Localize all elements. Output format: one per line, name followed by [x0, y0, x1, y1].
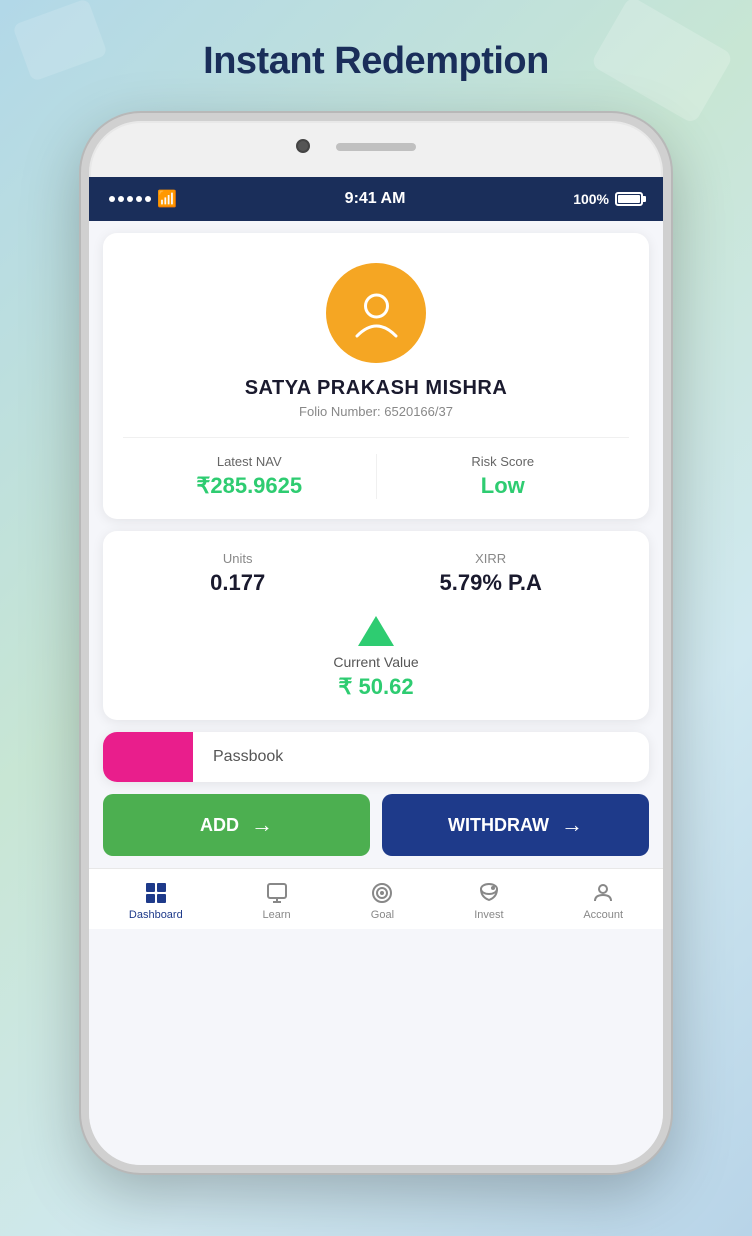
invest-icon — [477, 881, 501, 905]
nav-item-invest[interactable]: Invest — [462, 877, 515, 925]
risk-score-label: Risk Score — [471, 454, 534, 469]
account-icon — [591, 881, 615, 905]
decorative-shape-right — [590, 0, 734, 125]
latest-nav-value: ₹285.9625 — [196, 473, 302, 499]
page-title: Instant Redemption — [203, 40, 549, 83]
goal-icon — [370, 881, 394, 905]
app-content: SATYA PRAKASH MISHRA Folio Number: 65201… — [89, 221, 663, 1165]
profile-section: SATYA PRAKASH MISHRA Folio Number: 65201… — [103, 233, 649, 519]
status-right: 100% — [573, 191, 643, 207]
nav-label-account: Account — [583, 909, 623, 921]
action-buttons: ADD → WITHDRAW → — [103, 794, 649, 856]
decorative-shape-left — [12, 0, 108, 82]
passbook-section[interactable]: Passbook — [103, 732, 649, 782]
passbook-tab — [103, 732, 193, 782]
signal-dot-3 — [127, 196, 133, 202]
nav-label-learn: Learn — [263, 909, 291, 921]
nav-item-learn[interactable]: Learn — [251, 877, 303, 925]
latest-nav-label: Latest NAV — [217, 454, 282, 469]
battery-fill — [618, 195, 640, 203]
nav-label-invest: Invest — [474, 909, 503, 921]
current-value-section: Current Value ₹ 50.62 — [123, 616, 629, 700]
current-value-label: Current Value — [333, 654, 418, 670]
withdraw-arrow-icon: → — [561, 812, 583, 838]
dashboard-icon — [144, 881, 168, 905]
nav-label-dashboard: Dashboard — [129, 909, 183, 921]
signal-dot-1 — [109, 196, 115, 202]
withdraw-label: WITHDRAW — [448, 815, 549, 836]
status-left: 📶 — [109, 189, 177, 209]
bottom-nav: Dashboard Learn Goal — [89, 868, 663, 929]
signal-dots — [109, 196, 151, 202]
xirr-metric: XIRR 5.79% P.A — [440, 551, 542, 596]
add-label: ADD — [200, 815, 239, 836]
units-metric: Units 0.177 — [210, 551, 265, 596]
units-label: Units — [223, 551, 253, 566]
wifi-icon: 📶 — [157, 189, 177, 209]
user-name: SATYA PRAKASH MISHRA — [245, 377, 508, 400]
phone-speaker — [336, 143, 416, 151]
xirr-label: XIRR — [475, 551, 506, 566]
phone-frame: 📶 9:41 AM 100% SATYA PRAKASH MISHRA Foli… — [81, 113, 671, 1173]
metrics-card: Units 0.177 XIRR 5.79% P.A Current Value… — [103, 531, 649, 720]
current-value-amount: ₹ 50.62 — [338, 674, 413, 700]
avatar — [326, 263, 426, 363]
signal-dot-2 — [118, 196, 124, 202]
battery-icon — [615, 192, 643, 206]
latest-nav-stat: Latest NAV ₹285.9625 — [123, 454, 377, 499]
phone-camera — [296, 139, 310, 153]
nav-item-goal[interactable]: Goal — [358, 877, 406, 925]
battery-percentage: 100% — [573, 191, 609, 207]
profile-stats: Latest NAV ₹285.9625 Risk Score Low — [123, 437, 629, 499]
nav-item-dashboard[interactable]: Dashboard — [117, 877, 195, 925]
folio-number: Folio Number: 6520166/37 — [299, 404, 453, 419]
units-value: 0.177 — [210, 570, 265, 596]
learn-icon — [265, 881, 289, 905]
add-button[interactable]: ADD → — [103, 794, 370, 856]
avatar-icon — [349, 286, 404, 341]
triangle-up-icon — [358, 616, 394, 646]
risk-score-value: Low — [481, 473, 525, 499]
status-bar: 📶 9:41 AM 100% — [89, 177, 663, 221]
nav-item-account[interactable]: Account — [571, 877, 635, 925]
signal-dot-5 — [145, 196, 151, 202]
passbook-label: Passbook — [193, 748, 303, 766]
xirr-value: 5.79% P.A — [440, 570, 542, 596]
status-time: 9:41 AM — [345, 190, 406, 208]
add-arrow-icon: → — [251, 812, 273, 838]
nav-label-goal: Goal — [371, 909, 394, 921]
signal-dot-4 — [136, 196, 142, 202]
metrics-row: Units 0.177 XIRR 5.79% P.A — [123, 551, 629, 596]
withdraw-button[interactable]: WITHDRAW → — [382, 794, 649, 856]
risk-score-stat: Risk Score Low — [377, 454, 630, 499]
